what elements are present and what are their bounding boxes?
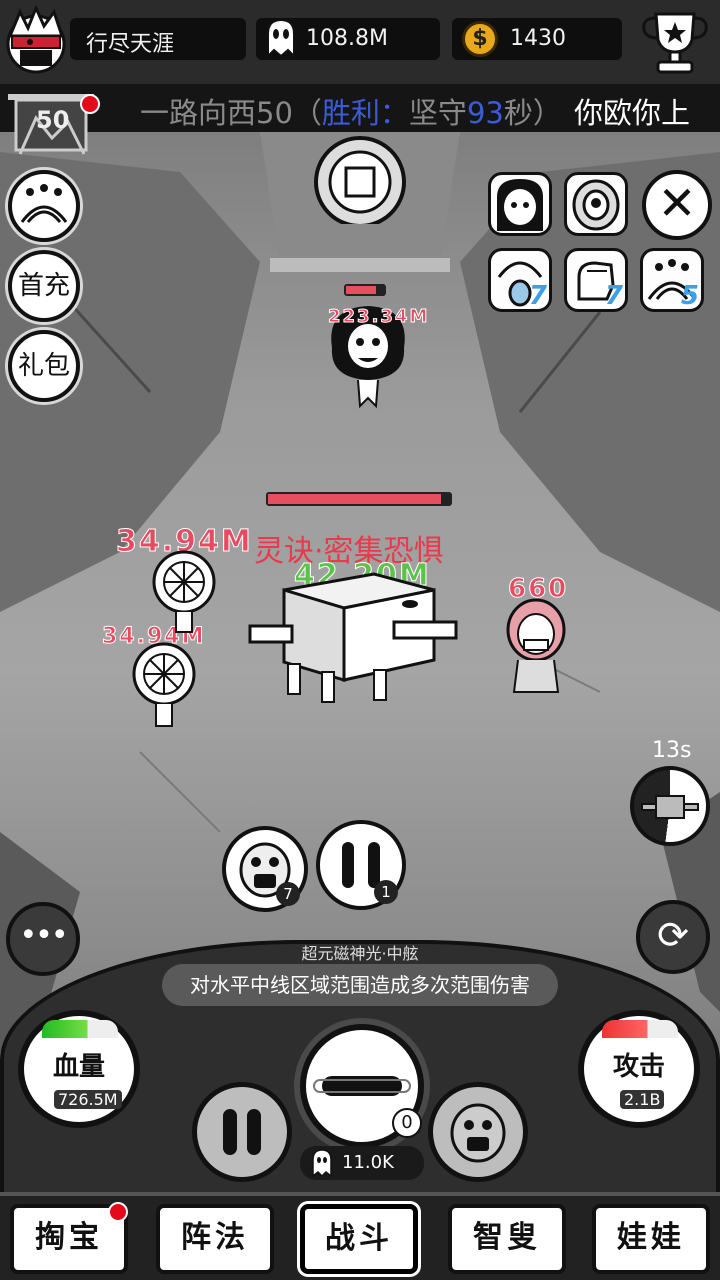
attack-gauge (602, 1020, 678, 1038)
scream-skill-button[interactable] (428, 1082, 528, 1182)
hp-gauge (42, 1020, 118, 1038)
peacock-icon (572, 179, 620, 231)
item-slot-peacock[interactable]: 7 (488, 248, 552, 312)
main-skill-count: 0 (392, 1108, 422, 1138)
item-slot-stand[interactable]: 5 (640, 248, 704, 312)
box-unit-icon (641, 795, 699, 819)
sign-in-button[interactable] (8, 170, 80, 242)
fan-ally-unit (152, 550, 216, 633)
bottom-nav: 掏宝 阵法 战斗 智叟 娃娃 (0, 1192, 720, 1280)
peacock-character-button[interactable] (564, 172, 628, 236)
attack-label: 攻击 (612, 1052, 665, 1082)
coin-icon: $ (462, 21, 498, 57)
hp-value: 726.5M (54, 1090, 122, 1109)
fan-ally-unit (132, 642, 196, 727)
ghost-icon (312, 1149, 332, 1178)
ghost-icon (267, 18, 295, 59)
ghost-income-value: 11.0K (342, 1152, 394, 1173)
win-label: 胜利： (321, 96, 409, 130)
attack-upgrade-button[interactable]: 攻击 2.1B (578, 1010, 700, 1128)
enemy-top-hp-fill (346, 286, 377, 294)
scrolling-message: 你欧你上 (574, 96, 691, 130)
win-suffix: 秒） (503, 96, 562, 130)
coin-pill: $ 1430 (452, 18, 622, 60)
pause-skill-button[interactable] (192, 1082, 292, 1182)
first-charge-button[interactable]: 首充 (8, 250, 80, 322)
item-count: 5 (680, 281, 699, 311)
box-boss-enemy (248, 572, 458, 703)
top-bar: 行尽天涯 108.8M $ 1430 (0, 0, 720, 84)
enemy-top-damage: 223.34M (327, 306, 430, 328)
hp-upgrade-button[interactable]: 血量 726.5M (18, 1010, 140, 1128)
level-number: 50 (36, 106, 70, 134)
coin-value: 1430 (510, 26, 566, 51)
cooldown-timer[interactable] (630, 766, 710, 846)
skill-slot-pause[interactable]: 1 (316, 820, 406, 910)
item-slot-fist[interactable]: 7 (564, 248, 628, 312)
nav-formation[interactable]: 阵法 (156, 1204, 274, 1274)
player-name: 行尽天涯 (86, 32, 175, 57)
win-condition: 坚守 (408, 96, 467, 130)
stage-name: 一路向西50（ (140, 96, 322, 130)
pause-icon (223, 1109, 261, 1155)
nav-battle[interactable]: 战斗 (300, 1204, 418, 1274)
stage-seal-icon (314, 136, 406, 224)
close-icon[interactable]: ✕ (642, 170, 712, 240)
opera-ally-unit (506, 598, 566, 693)
item-count: 7 (528, 281, 547, 311)
dancers-icon (20, 184, 68, 223)
announcement-banner: 一路向西50（胜利：坚守93秒） 你欧你上 (0, 84, 720, 132)
boss-hp-bar (266, 492, 452, 506)
ghost-income: 11.0K (300, 1146, 424, 1180)
enemy-top-hp-bar (344, 284, 386, 296)
boss-hp-fill (268, 494, 441, 504)
trophy-icon[interactable] (638, 6, 712, 78)
attack-value: 2.1B (620, 1090, 665, 1109)
nav-sage[interactable]: 智叟 (448, 1204, 566, 1274)
girl-character-button[interactable] (488, 172, 552, 236)
cooldown-timer-text: 13s (652, 738, 692, 763)
skill-title: 超元磁神光·中舷 (301, 944, 419, 963)
stage-goal-text: 一路向西50（胜利：坚守93秒） (140, 90, 562, 132)
gift-pack-button[interactable]: 礼包 (8, 330, 80, 402)
item-count: 7 (604, 281, 623, 311)
treasure-notification-dot (108, 1202, 128, 1222)
level-notification-dot (80, 94, 100, 114)
more-options-button[interactable]: ••• (6, 902, 80, 976)
player-name-pill: 行尽天涯 (70, 18, 246, 60)
girl-face-icon (497, 179, 543, 231)
skill-description: 对水平中线区域范围造成多次范围伤害 (162, 964, 558, 1006)
win-seconds: 93 (466, 96, 504, 130)
hp-label: 血量 (52, 1052, 105, 1082)
screaming-face-icon (450, 1103, 506, 1163)
player-avatar-icon[interactable] (2, 6, 70, 76)
ghost-currency-value: 108.8M (306, 26, 388, 51)
ghost-currency-pill: 108.8M (256, 18, 440, 60)
nav-doll[interactable]: 娃娃 (592, 1204, 710, 1274)
